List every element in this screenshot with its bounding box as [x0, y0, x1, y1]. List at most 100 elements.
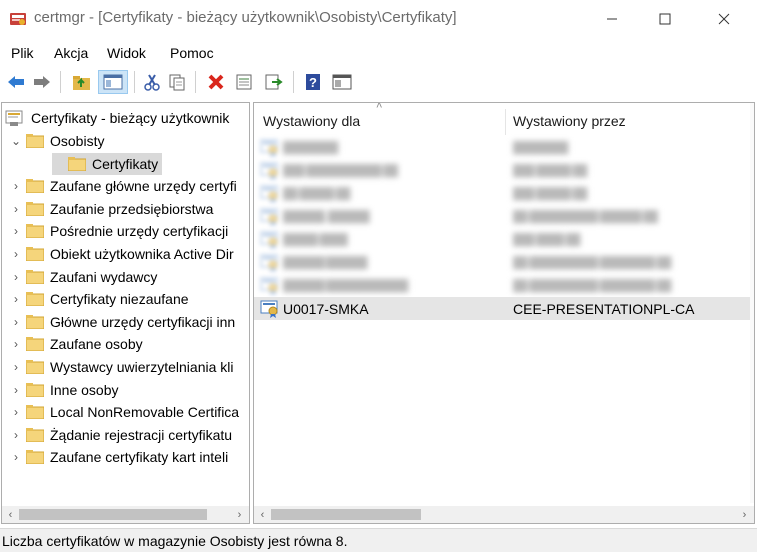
- tree-item[interactable]: ⌄ Osobisty: [10, 130, 105, 152]
- tree-item[interactable]: Certyfikaty: [52, 152, 163, 175]
- collapsed-chevron-icon[interactable]: ›: [10, 337, 22, 351]
- console-button[interactable]: [331, 71, 353, 93]
- redacted-text: ████████: [513, 141, 568, 154]
- certificate-row[interactable]: ████████ ████████: [254, 136, 752, 159]
- folder-icon: [25, 224, 45, 239]
- minimize-icon: [607, 18, 617, 20]
- export-icon: [265, 74, 283, 90]
- collapsed-chevron-icon[interactable]: ›: [10, 315, 22, 329]
- tree-horizontal-scrollbar[interactable]: ‹ ›: [2, 506, 249, 523]
- redacted-text: ██-██████████-████████-██: [513, 256, 671, 269]
- up-folder-button[interactable]: [71, 71, 93, 93]
- up-folder-icon: [73, 76, 90, 90]
- cut-button[interactable]: [141, 71, 163, 93]
- certificate-row[interactable]: U0017-SMKA CEE-PRESENTATIONPL-CA: [254, 297, 752, 320]
- certificate-icon: [260, 184, 280, 203]
- back-arrow-icon: [8, 76, 24, 88]
- copy-icon: [169, 74, 185, 91]
- maximize-button[interactable]: [636, 0, 694, 38]
- tree-item[interactable]: › Zaufane główne urzędy certyfi: [10, 175, 237, 197]
- back-button[interactable]: [5, 71, 27, 93]
- folder-icon: [25, 179, 45, 194]
- certificate-row[interactable]: ██████, ██████ ██-██████████-██████-██: [254, 205, 752, 228]
- certificate-row[interactable]: ██████ ██████ ██-██████████-████████-██: [254, 251, 752, 274]
- tree-item[interactable]: › Żądanie rejestracji certyfikatu: [10, 424, 232, 446]
- folder-icon: [25, 450, 45, 465]
- show-hide-tree-icon: [103, 74, 123, 90]
- toolbar: ?: [0, 66, 757, 98]
- sort-indicator-icon: ˄: [376, 102, 383, 112]
- redacted-text: ████████: [283, 141, 338, 154]
- list-scroll-left-arrow[interactable]: ‹: [254, 506, 271, 523]
- collapsed-chevron-icon[interactable]: ›: [10, 224, 22, 238]
- menu-plik[interactable]: Plik: [11, 45, 34, 61]
- list-horizontal-scrollbar[interactable]: ‹ ›: [254, 506, 754, 523]
- folder-icon: [25, 382, 45, 398]
- collapsed-chevron-icon[interactable]: ›: [10, 202, 22, 216]
- collapsed-chevron-icon[interactable]: ›: [10, 247, 22, 261]
- folder-icon: [25, 314, 45, 330]
- tree-scroll-thumb[interactable]: [19, 509, 207, 520]
- certificate-icon: [260, 161, 280, 180]
- collapsed-chevron-icon[interactable]: ›: [10, 270, 22, 284]
- tree-item[interactable]: › Certyfikaty niezaufane: [10, 288, 189, 310]
- delete-button[interactable]: [205, 71, 227, 93]
- tree-item[interactable]: › Zaufane osoby: [10, 333, 143, 355]
- collapsed-chevron-icon[interactable]: ›: [10, 428, 22, 442]
- console-icon: [332, 74, 352, 90]
- collapsed-chevron-icon[interactable]: ›: [10, 405, 22, 419]
- certificate-row[interactable]: ███-███████████-██ ███-█████-██: [254, 159, 752, 182]
- collapsed-chevron-icon[interactable]: ›: [10, 360, 22, 374]
- copy-button[interactable]: [166, 71, 188, 93]
- export-button[interactable]: [263, 71, 285, 93]
- scroll-left-arrow[interactable]: ‹: [2, 506, 19, 523]
- menu-pomoc[interactable]: Pomoc: [170, 45, 214, 61]
- forward-button[interactable]: [31, 71, 53, 93]
- column-header-issued-by-label: Wystawiony przez: [513, 113, 626, 129]
- list-scroll-thumb[interactable]: [271, 509, 421, 520]
- list-scroll-right-arrow[interactable]: ›: [736, 506, 753, 523]
- tree-item[interactable]: › Obiekt użytkownika Active Dir: [10, 243, 234, 265]
- certificate-row[interactable]: █████-████ ███-████-██: [254, 228, 752, 251]
- folder-icon: [25, 360, 45, 375]
- tree-item[interactable]: › Zaufani wydawcy: [10, 266, 157, 288]
- menu-widok[interactable]: Widok: [107, 45, 146, 61]
- column-divider[interactable]: [505, 109, 506, 135]
- collapsed-chevron-icon[interactable]: ›: [10, 179, 22, 193]
- tree-item-label: Zaufane osoby: [50, 336, 143, 353]
- forward-arrow-icon: [34, 76, 50, 88]
- tree-root[interactable]: Certyfikaty - bieżący użytkownik: [5, 107, 229, 129]
- tree-item[interactable]: › Główne urzędy certyfikacji inn: [10, 311, 235, 333]
- minimize-button[interactable]: [583, 0, 641, 38]
- tree-item-label: Pośrednie urzędy certyfikacji: [50, 223, 229, 240]
- expand-chevron-icon[interactable]: ⌄: [10, 134, 22, 148]
- certificate-icon: [260, 138, 280, 157]
- help-button[interactable]: ?: [302, 71, 324, 93]
- redacted-text: █████-████: [283, 233, 348, 246]
- collapsed-chevron-icon[interactable]: ›: [10, 450, 22, 464]
- window-title: certmgr - [Certyfikaty - bieżący użytkow…: [34, 9, 457, 26]
- column-header-issued-to-label: Wystawiony dla: [263, 113, 361, 129]
- tree-item-label: Certyfikaty: [92, 155, 159, 172]
- tree-item[interactable]: › Inne osoby: [10, 379, 119, 401]
- tree-item[interactable]: › Pośrednie urzędy certyfikacji: [10, 220, 228, 242]
- folder-icon: [25, 292, 45, 307]
- show-hide-tree-button[interactable]: [98, 70, 128, 94]
- menu-akcja[interactable]: Akcja: [54, 45, 88, 61]
- delete-icon: [208, 74, 224, 90]
- tree-item[interactable]: › Wystawcy uwierzytelniania kli: [10, 356, 233, 378]
- folder-icon: [25, 405, 45, 420]
- scroll-right-arrow[interactable]: ›: [231, 506, 248, 523]
- certificate-row[interactable]: ██-█████-██ ███-█████-██: [254, 182, 752, 205]
- collapsed-chevron-icon[interactable]: ›: [10, 383, 22, 397]
- collapsed-chevron-icon[interactable]: ›: [10, 292, 22, 306]
- tree-item[interactable]: › Zaufanie przedsiębiorstwa: [10, 198, 213, 220]
- tree-item[interactable]: › Local NonRemovable Certifica: [10, 401, 239, 423]
- column-header-issued-by[interactable]: Wystawiony przez: [513, 103, 733, 139]
- properties-button[interactable]: [233, 71, 255, 93]
- properties-icon: [236, 74, 252, 90]
- close-button[interactable]: [695, 0, 753, 38]
- certificate-row[interactable]: ██████ ████████████ ██-██████████-███████…: [254, 274, 752, 297]
- tree-item[interactable]: › Zaufane certyfikaty kart inteli: [10, 446, 228, 468]
- column-header-issued-to[interactable]: Wystawiony dla: [263, 103, 503, 139]
